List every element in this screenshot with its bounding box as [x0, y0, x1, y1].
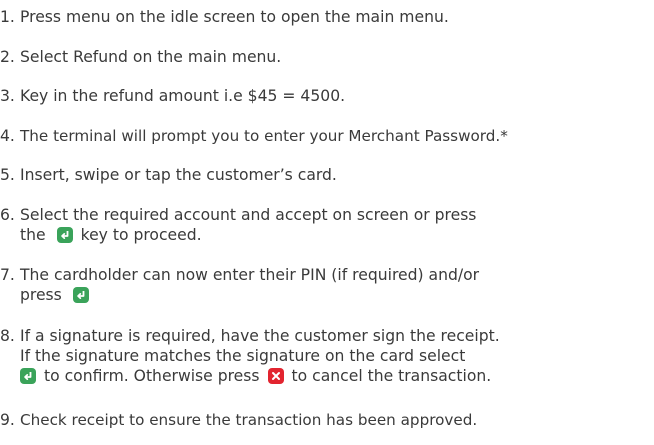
step-number: 4.	[0, 127, 15, 145]
step-text: Press menu on the idle screen to open th…	[20, 8, 449, 26]
step-text-line: The cardholder can now enter their PIN (…	[20, 266, 480, 284]
enter-key-icon	[56, 227, 73, 243]
step-number: 6.	[0, 206, 15, 224]
step-text: to cancel the transaction.	[291, 367, 492, 385]
enter-key-icon	[20, 368, 36, 384]
step-text-line: press	[20, 285, 479, 305]
step-text: the	[20, 226, 46, 244]
step-text-line: Select the required account and accept o…	[20, 206, 477, 224]
step-text: Key in the refund amount i.e $45 = 4500.	[20, 87, 346, 105]
step-number: 3.	[0, 87, 15, 105]
enter-key-icon	[72, 287, 89, 303]
step-text: Insert, swipe or tap the customer’s card…	[20, 166, 337, 184]
step-number: 7.	[0, 266, 15, 284]
step-text: key to proceed.	[80, 226, 202, 244]
step-text: Check receipt to ensure the transaction …	[20, 411, 478, 429]
step-number: 5.	[0, 166, 15, 184]
step-number: 8.	[0, 327, 15, 345]
step-text: Select Refund on the main menu.	[20, 48, 282, 66]
step-text-line: If a signature is required, have the cus…	[20, 327, 500, 345]
step-text: The terminal will prompt you to enter yo…	[20, 127, 508, 145]
step-text-line: to confirm. Otherwise press to cancel the…	[20, 366, 500, 386]
step-number: 9.	[0, 411, 15, 429]
step-text-line: If the signature matches the signature o…	[20, 347, 466, 365]
step-text: to confirm. Otherwise press	[44, 367, 260, 385]
step-number: 1.	[0, 8, 15, 26]
step-body: Select the required account and accept o…	[20, 205, 476, 245]
step-text: press	[20, 286, 62, 304]
step-text-line: the key to proceed.	[20, 225, 476, 245]
cancel-key-icon	[267, 368, 284, 384]
step-body: The cardholder can now enter their PIN (…	[20, 265, 479, 305]
step-body: If a signature is required, have the cus…	[20, 326, 500, 386]
step-number: 2.	[0, 48, 15, 66]
